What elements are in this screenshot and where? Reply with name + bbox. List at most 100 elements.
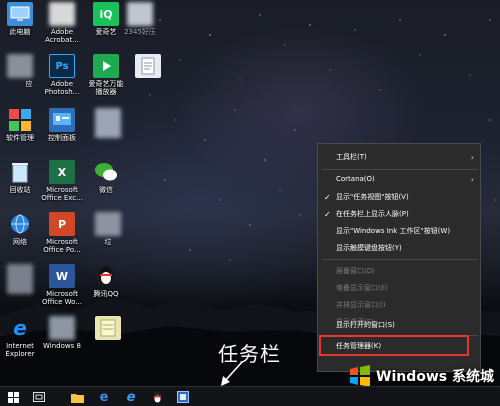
desktop-icon-network[interactable]: 网络 bbox=[0, 212, 40, 246]
checkmark-icon: ✓ bbox=[324, 192, 331, 202]
menu-item-show-people[interactable]: ✓ 在任务栏上显示人脉(P) bbox=[318, 207, 480, 221]
desktop-icon-iqiyi-player[interactable]: 爱奇艺万能 播放器 bbox=[86, 54, 126, 96]
desktop-icon-2345[interactable]: 2345好压 bbox=[120, 2, 160, 36]
menu-item-label: 显示"Windows Ink 工作区"按钮(W) bbox=[336, 227, 451, 235]
folder-icon bbox=[70, 393, 84, 403]
icon-label: 控制面板 bbox=[48, 134, 76, 142]
icon-label: Microsoft Office Po... bbox=[43, 238, 81, 254]
internet-explorer-icon: e bbox=[13, 316, 27, 340]
app-icon bbox=[95, 108, 121, 138]
document-icon bbox=[135, 54, 161, 78]
windows-start-icon bbox=[7, 391, 19, 403]
desktop-icon-blurred-2[interactable] bbox=[88, 108, 128, 138]
app-icon bbox=[7, 264, 33, 294]
icon-label: 此电脑 bbox=[9, 28, 31, 36]
desktop-icon-internet-explorer[interactable]: e Internet Explorer bbox=[0, 316, 40, 358]
menu-item-task-view-button[interactable]: ✓ 显示"任务视图"按钮(V) bbox=[318, 190, 480, 204]
start-button[interactable] bbox=[6, 390, 20, 404]
task-view-button[interactable] bbox=[32, 390, 46, 404]
menu-item-cascade-windows: 层叠窗口(D) bbox=[318, 264, 480, 278]
menu-item-label: 显示"任务视图"按钮(V) bbox=[336, 193, 409, 201]
taskbar-edge[interactable]: e bbox=[97, 389, 111, 405]
icon-label: 回收站 bbox=[9, 186, 31, 194]
menu-divider bbox=[322, 169, 478, 170]
powerpoint-icon: P bbox=[49, 212, 75, 236]
app-icon bbox=[177, 391, 189, 403]
menu-item-windows-ink-button[interactable]: 显示"Windows Ink 工作区"按钮(W) bbox=[318, 224, 480, 238]
desktop-icon-word[interactable]: W Microsoft Office Wo... bbox=[42, 264, 82, 306]
icon-label: Adobe Acrobat... bbox=[45, 28, 79, 44]
wechat-icon bbox=[93, 160, 119, 184]
icon-label: Internet Explorer bbox=[5, 342, 35, 358]
qq-penguin-icon bbox=[93, 264, 119, 288]
desktop-icon-photoshop[interactable]: Ps Adobe Photosh... bbox=[42, 54, 82, 96]
player-icon bbox=[93, 54, 119, 78]
desktop-icon-document[interactable] bbox=[128, 54, 168, 78]
qq-penguin-icon bbox=[153, 391, 161, 402]
taskbar-qq[interactable] bbox=[150, 390, 164, 404]
menu-item-label: 显示打开的窗口(S) bbox=[336, 321, 395, 329]
windows-logo-icon bbox=[350, 365, 370, 387]
acrobat-icon bbox=[49, 2, 75, 26]
app-icon bbox=[95, 212, 121, 236]
desktop-icon-blurred-4[interactable] bbox=[0, 264, 40, 294]
internet-explorer-icon: e bbox=[126, 389, 136, 405]
app-icon bbox=[49, 316, 75, 340]
desktop-icon-notes[interactable] bbox=[88, 316, 128, 340]
task-view-icon bbox=[33, 392, 45, 402]
desktop-icon-windows8[interactable]: Windows 8 bbox=[42, 316, 82, 350]
menu-divider bbox=[322, 259, 478, 260]
menu-item-label: 堆叠显示窗口(E) bbox=[336, 284, 388, 292]
desktop-icon-excel[interactable]: X Microsoft Office Exc... bbox=[41, 160, 83, 202]
desktop-icon-control-panel[interactable]: 控制面板 bbox=[42, 108, 82, 142]
icon-label: 垃 bbox=[104, 238, 112, 246]
menu-item-touch-keyboard-button[interactable]: 显示触摸键盘按钮(Y) bbox=[318, 241, 480, 255]
menu-item-toolbars[interactable]: 工具栏(T) › bbox=[318, 150, 480, 164]
desktop-icon-wechat[interactable]: 微信 bbox=[86, 160, 126, 194]
taskbar[interactable]: e e bbox=[0, 386, 500, 406]
menu-item-label: Cortana(O) bbox=[336, 175, 375, 183]
watermark: Windows 系统城 bbox=[348, 364, 494, 388]
network-icon bbox=[7, 212, 33, 236]
menu-item-label: 工具栏(T) bbox=[336, 153, 367, 161]
taskbar-file-explorer[interactable] bbox=[70, 390, 84, 404]
checkmark-icon: ✓ bbox=[324, 209, 331, 219]
taskbar-app[interactable] bbox=[176, 390, 190, 404]
recycle-bin-icon bbox=[7, 160, 33, 184]
icon-label: 软件管理 bbox=[6, 134, 34, 142]
excel-icon: X bbox=[49, 160, 75, 184]
edge-icon: e bbox=[99, 389, 109, 405]
watermark-text: Windows 系统城 bbox=[376, 369, 494, 385]
icon-label: 爱奇艺 bbox=[95, 28, 117, 36]
menu-item-label: 在任务栏上显示人脉(P) bbox=[336, 210, 409, 218]
icon-label: Adobe Photosh... bbox=[44, 80, 80, 96]
menu-item-show-open-windows[interactable]: 显示打开的窗口(S) bbox=[318, 318, 480, 332]
desktop-icon-recycle-bin[interactable]: 回收站 bbox=[0, 160, 40, 194]
desktop-icon-this-pc[interactable]: 此电脑 bbox=[0, 2, 40, 36]
menu-item-label: 显示触摸键盘按钮(Y) bbox=[336, 244, 402, 252]
desktop-icon-software-manager[interactable]: 软件管理 bbox=[0, 108, 40, 142]
archive-icon bbox=[127, 2, 153, 26]
menu-item-stack-windows: 堆叠显示窗口(E) bbox=[318, 281, 480, 295]
chevron-right-icon: › bbox=[470, 152, 474, 162]
desktop-icon-qq[interactable]: 腾讯QQ bbox=[86, 264, 126, 298]
icon-label: 应 bbox=[25, 80, 33, 88]
icon-label: Windows 8 bbox=[43, 342, 81, 350]
icon-label: Microsoft Office Wo... bbox=[42, 290, 83, 306]
desktop-icon-powerpoint[interactable]: P Microsoft Office Po... bbox=[42, 212, 82, 254]
notes-icon bbox=[95, 316, 121, 340]
icon-label: Microsoft Office Exc... bbox=[41, 186, 83, 202]
desktop-icon-blurred-app[interactable]: 应 bbox=[0, 54, 40, 88]
computer-icon bbox=[7, 2, 33, 26]
task-manager-highlight-box bbox=[319, 335, 469, 356]
menu-item-label: 层叠窗口(D) bbox=[336, 267, 375, 275]
desktop-icon-adobe-acrobat[interactable]: Adobe Acrobat... bbox=[42, 2, 82, 44]
menu-item-cortana[interactable]: Cortana(O) › bbox=[318, 172, 480, 186]
icon-label: 2345好压 bbox=[124, 28, 156, 36]
icon-label: 腾讯QQ bbox=[93, 290, 119, 298]
software-manager-icon bbox=[7, 108, 33, 132]
taskbar-ie[interactable]: e bbox=[124, 389, 138, 405]
desktop-icon-blurred-3[interactable]: 垃 bbox=[88, 212, 128, 246]
icon-label: 网络 bbox=[13, 238, 27, 246]
menu-item-label: 并排显示窗口(I) bbox=[336, 301, 386, 309]
